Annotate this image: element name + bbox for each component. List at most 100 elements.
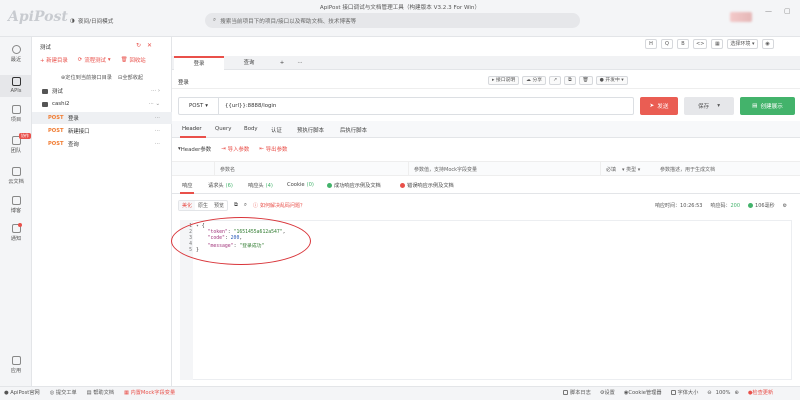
user-avatar[interactable] — [730, 12, 752, 22]
save-button[interactable]: 保存 ▾ — [684, 97, 734, 115]
tab-success-example[interactable]: 成功响应示例及文档 — [327, 182, 381, 189]
rail-item-apps[interactable]: 应用 — [0, 356, 32, 374]
mock-vars-link[interactable]: ▦ 内置Mock字段变量 — [124, 389, 175, 396]
view-preview[interactable]: 预览 — [211, 201, 227, 210]
locate-button[interactable]: ⊕ 定位到当前接口目录 — [61, 74, 112, 82]
tab-login[interactable]: 登录 — [174, 56, 224, 70]
rail-item-notify[interactable]: 通知 — [0, 223, 32, 242]
more-icon[interactable]: ··· — [155, 141, 160, 147]
history-icon[interactable]: H — [645, 39, 657, 49]
tree-api-item[interactable]: POST 查询 ··· — [32, 138, 172, 150]
flow-test-button[interactable]: ⟳ 流程测试 ▾ — [78, 56, 111, 64]
zoom-in-icon[interactable]: ⊕ — [734, 390, 738, 396]
view-raw[interactable]: 原生 — [195, 201, 211, 210]
flow-icon: ⟳ — [77, 57, 83, 63]
tab-post-script[interactable]: 后执行脚本 — [340, 126, 367, 134]
copy-response-icon[interactable]: ⧉ — [234, 202, 238, 209]
add-tab-button[interactable]: + — [274, 56, 290, 70]
zoom-out-icon[interactable]: ⊖ — [707, 390, 711, 396]
send-icon: ➤ — [649, 103, 655, 109]
tab-query[interactable]: 查询 — [224, 56, 274, 70]
url-input[interactable] — [219, 103, 619, 109]
tab-error-example[interactable]: 错误响应示例及文档 — [400, 182, 454, 189]
help-docs-link[interactable]: ▤ 帮助文档 — [87, 389, 114, 396]
tab-query-params[interactable]: Query — [215, 126, 231, 132]
tab-label: 成功响应示例及文档 — [334, 183, 381, 189]
more-icon[interactable]: ··· — [155, 128, 160, 134]
tab-response[interactable]: 响应 — [182, 182, 192, 189]
recycle-button[interactable]: 🗑 回收站 — [121, 56, 146, 64]
col-type[interactable]: ▾ 类型 ▾ — [622, 166, 640, 173]
layout-icon[interactable]: ▦ — [711, 39, 724, 49]
tab-auth[interactable]: 认证 — [271, 126, 282, 134]
new-dir-button[interactable]: + 新建目录 — [40, 56, 68, 64]
share-button[interactable]: ☁ 分享 — [522, 76, 547, 85]
check-update-button[interactable]: ● 检查更新 — [748, 389, 774, 397]
export-params-button[interactable]: ⇤ 导出参数 — [259, 145, 287, 153]
garbled-help-link[interactable]: ⓘ 如何解决乱码问题？ — [253, 202, 305, 209]
status-select[interactable]: ● 开发中 ▾ — [595, 76, 628, 85]
settings-icon[interactable]: ⚙ — [783, 203, 787, 209]
quick-icon[interactable]: Q — [661, 39, 673, 49]
tab-body[interactable]: Body — [244, 126, 258, 132]
tree-folder-label: cashi2 — [52, 101, 70, 107]
eye-icon[interactable]: ◉ — [761, 39, 774, 49]
close-icon[interactable]: ✕ — [147, 42, 152, 49]
more-icon[interactable]: ··· — [155, 115, 160, 121]
tree-api-item[interactable]: POST 登录 ··· — [32, 112, 172, 124]
settings-button[interactable]: ⚙ 设置 — [600, 389, 615, 397]
search-response-icon[interactable]: ⌕ — [244, 202, 247, 209]
rail-item-recent[interactable]: 最近 — [0, 45, 32, 63]
locate-label: 定位到当前接口目录 — [65, 75, 112, 81]
tab-more-button[interactable]: ··· — [292, 56, 308, 70]
website-link[interactable]: ● ApiPost官网 — [4, 389, 40, 396]
rail-label: 最近 — [10, 57, 22, 63]
ticket-link[interactable]: ◎ 提交工单 — [50, 389, 77, 396]
rail-item-team[interactable]: 协作 团队 — [0, 133, 32, 154]
website-label: ApiPost官网 — [10, 390, 40, 396]
refresh-icon[interactable]: ↻ — [136, 42, 141, 49]
method-badge: POST — [48, 128, 64, 134]
script-log-button[interactable]: 脚本日志 — [563, 389, 591, 396]
col-param-name: 参数名 — [220, 167, 236, 173]
tab-header[interactable]: Header — [182, 126, 202, 132]
tab-response-headers[interactable]: 响应头 (4) — [248, 182, 273, 190]
help-icon: ⓘ — [252, 203, 258, 209]
tab-cookie[interactable]: Cookie (0) — [287, 182, 314, 188]
tree-folder[interactable]: cashi2 ··· ⌄ — [32, 98, 172, 110]
bulk-icon[interactable]: B — [677, 39, 689, 49]
code-icon[interactable]: <> — [693, 39, 708, 49]
request-name[interactable]: 登录 — [178, 78, 189, 86]
header-params-toggle[interactable]: ▾ Header参数 — [178, 145, 211, 153]
view-beautify[interactable]: 美化 — [179, 201, 196, 210]
method-select[interactable]: POST ▾ — [179, 98, 219, 114]
delete-icon[interactable]: 🗑 — [578, 76, 593, 85]
send-button[interactable]: ➤ 发送 — [640, 97, 678, 115]
cookie-manager-button[interactable]: ◉ Cookie管理器 — [624, 389, 662, 397]
collapse-all-button[interactable]: ⊟ 全部收起 — [118, 74, 143, 82]
maximize-icon[interactable]: ▢ — [784, 7, 791, 15]
tab-request-headers[interactable]: 请求头 (6) — [208, 182, 233, 190]
tree-api-item[interactable]: POST 新建接口 ··· — [32, 125, 172, 137]
tree-folder[interactable]: 测试 ··· › — [32, 85, 172, 97]
font-size-button[interactable]: 字体大小 — [670, 389, 698, 396]
rail-item-blog[interactable]: 博客 — [0, 196, 32, 214]
rail-item-apis[interactable]: APIs — [0, 77, 32, 94]
global-search[interactable]: ⌕ 搜索当前项目下的项目/接口以及帮助文档、技术博客等 — [205, 13, 580, 28]
minimize-icon[interactable]: — — [765, 7, 772, 15]
api-doc-button[interactable]: ▸ 接口说明 — [488, 76, 520, 85]
env-select[interactable]: 选择环境 ▾ — [727, 39, 758, 49]
dark-mode-toggle[interactable]: ◑ 夜间/日间模式 — [70, 17, 113, 25]
tree-actions: + 新建目录 ⟳ 流程测试 ▾ 🗑 回收站 — [40, 56, 146, 64]
open-external-icon[interactable]: ↗ — [549, 76, 562, 85]
import-params-button[interactable]: ⇥ 导入参数 — [221, 145, 249, 153]
header-params-title: Header参数 — [180, 147, 212, 153]
tab-pre-script[interactable]: 预执行脚本 — [297, 126, 324, 134]
copy-icon[interactable]: ⧉ — [564, 76, 576, 85]
create-docs-button[interactable]: ▤ 创建展示 — [740, 97, 795, 115]
rail-item-project[interactable]: 项目 — [0, 105, 32, 123]
col-param-value: 参数值，支持Mock字段变量 — [414, 167, 478, 173]
api-icon — [11, 77, 21, 86]
check-update-label: 检查更新 — [752, 390, 774, 396]
rail-item-cloud[interactable]: 云文档 — [0, 167, 32, 185]
